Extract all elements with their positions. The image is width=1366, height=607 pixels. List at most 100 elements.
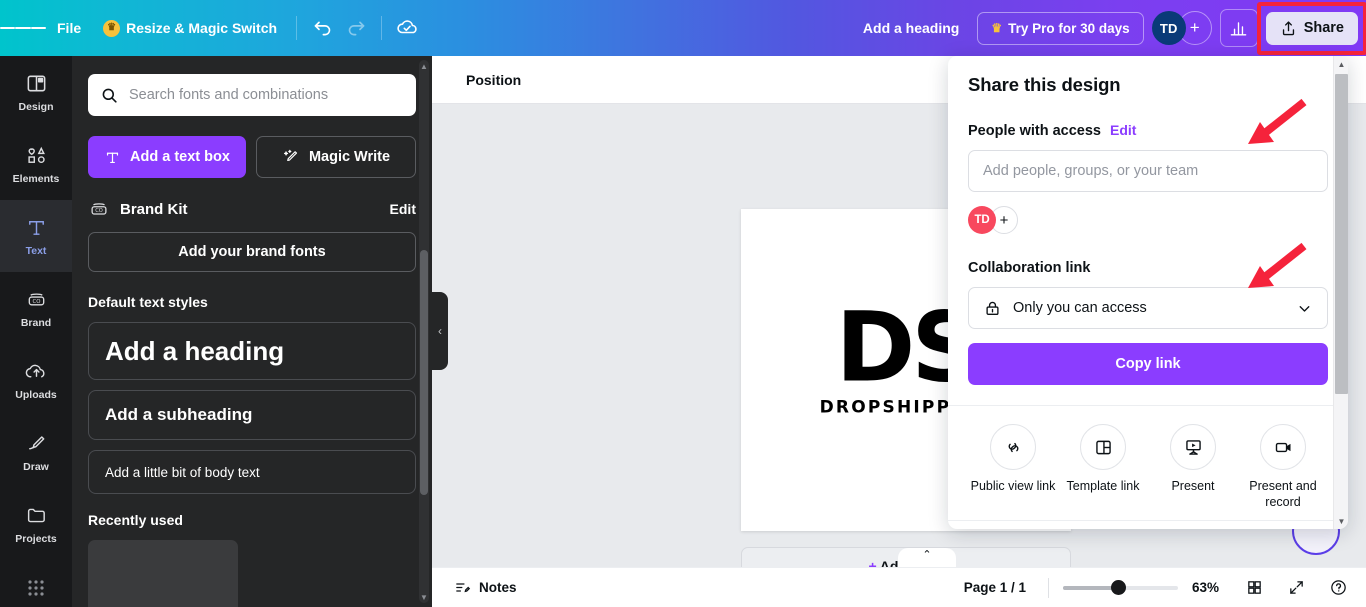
sidebar-item-uploads[interactable]: Uploads <box>0 344 72 416</box>
sidebar-label-brand: Brand <box>20 316 52 329</box>
zoom-percentage[interactable]: 63% <box>1192 580 1226 595</box>
share-panel-bottom-rule <box>948 520 1334 521</box>
present-and-record-label: Present and record <box>1249 479 1317 509</box>
sidebar-item-projects[interactable]: Projects <box>0 488 72 560</box>
redo-icon[interactable] <box>339 11 373 45</box>
scroll-up-icon[interactable]: ▲ <box>419 60 429 72</box>
notes-button[interactable]: Notes <box>446 574 525 601</box>
hamburger-menu-icon[interactable] <box>0 0 46 56</box>
try-pro-button[interactable]: ♛ Try Pro for 30 days <box>977 11 1144 45</box>
present-action[interactable]: Present <box>1150 424 1236 510</box>
add-text-box-label: Add a text box <box>130 149 230 165</box>
copy-link-button[interactable]: Copy link <box>968 343 1328 385</box>
public-view-link-action[interactable]: Public view link <box>970 424 1056 510</box>
chart-icon[interactable] <box>1219 9 1258 47</box>
text-panel-content: Add a text box Magic Write CO <box>72 56 432 607</box>
undo-icon[interactable] <box>305 11 339 45</box>
notes-icon <box>456 583 471 593</box>
uploads-icon <box>25 360 48 384</box>
people-edit-link[interactable]: Edit <box>1110 122 1136 138</box>
file-menu-button[interactable]: File <box>46 13 92 43</box>
magic-write-button[interactable]: Magic Write <box>256 136 416 178</box>
sidebar-label-text: Text <box>25 244 47 257</box>
zoom-slider-fill <box>1063 585 1119 590</box>
share-actions-row: Public view link Template link Present P… <box>968 424 1328 510</box>
chevron-down-icon <box>1299 305 1310 312</box>
scroll-down-icon[interactable]: ▼ <box>419 591 429 603</box>
link-icon <box>990 424 1036 470</box>
collapse-panel-handle[interactable]: ‹ <box>432 292 448 370</box>
top-toolbar-right: Add a heading ♛ Try Pro for 30 days TD + <box>853 0 1366 56</box>
share-panel-scrollbar[interactable]: ▲ ▼ <box>1333 56 1348 529</box>
search-input[interactable] <box>129 87 404 103</box>
help-icon[interactable] <box>1324 574 1352 602</box>
resize-magic-switch-label: Resize & Magic Switch <box>126 20 278 36</box>
style-body-label: Add a little bit of body text <box>105 464 260 480</box>
try-pro-label: Try Pro for 30 days <box>1008 20 1130 36</box>
fullscreen-icon[interactable] <box>1282 574 1310 602</box>
page-counter[interactable]: Page 1 / 1 <box>956 575 1034 600</box>
resize-magic-switch-button[interactable]: ♛ Resize & Magic Switch <box>92 13 288 44</box>
sidebar-item-design[interactable]: Design <box>0 56 72 128</box>
text-panel-scrollbar[interactable]: ▲ ▼ <box>419 60 429 603</box>
style-add-heading[interactable]: Add a heading <box>88 322 416 380</box>
present-and-record-action[interactable]: Present and record <box>1240 424 1326 510</box>
left-rail: Design Elements Text CO Brand Uploads Dr… <box>0 56 72 607</box>
sidebar-item-text[interactable]: Text <box>0 200 72 272</box>
collapse-pages-handle[interactable]: ⌃ <box>898 548 956 567</box>
scroll-up-icon[interactable]: ▲ <box>1334 56 1348 72</box>
share-panel-separator <box>948 405 1348 406</box>
brand-kit-edit-link[interactable]: Edit <box>390 201 416 217</box>
avatar[interactable]: TD <box>968 206 996 234</box>
search-fonts-box[interactable] <box>88 74 416 116</box>
zoom-slider-thumb[interactable] <box>1111 580 1127 595</box>
style-add-body-text[interactable]: Add a little bit of body text <box>88 450 416 494</box>
magic-write-label: Magic Write <box>308 149 391 165</box>
share-avatars-group: TD + <box>968 206 1328 234</box>
text-icon <box>25 216 48 240</box>
sidebar-item-brand[interactable]: CO Brand <box>0 272 72 344</box>
copy-link-label: Copy link <box>1115 356 1181 372</box>
scroll-down-icon[interactable]: ▼ <box>1334 513 1348 529</box>
brand-kit-title: Brand Kit <box>120 200 188 218</box>
recently-used-card[interactable]: DON'T FORGET TO <box>88 540 238 607</box>
file-menu-label: File <box>57 20 82 36</box>
sidebar-item-draw[interactable]: Draw <box>0 416 72 488</box>
draw-icon <box>25 432 48 456</box>
sidebar-item-elements[interactable]: Elements <box>0 128 72 200</box>
bottom-divider <box>1048 577 1049 598</box>
search-icon <box>102 88 117 103</box>
sidebar-label-uploads: Uploads <box>15 388 57 401</box>
avatar[interactable]: TD <box>1151 11 1186 45</box>
zoom-slider[interactable] <box>1063 580 1178 596</box>
grid-view-icon[interactable] <box>1240 574 1268 602</box>
collaborators-group: TD + <box>1151 11 1212 45</box>
apps-grid-icon[interactable] <box>0 560 72 607</box>
svg-text:CO: CO <box>32 299 40 305</box>
scrollbar-thumb[interactable] <box>420 250 428 495</box>
share-panel-content: Share this design People with access Edi… <box>948 56 1348 510</box>
share-button[interactable]: Share <box>1265 11 1358 45</box>
cloud-saved-icon[interactable] <box>390 11 424 45</box>
add-text-box-button[interactable]: Add a text box <box>88 136 246 178</box>
brand-icon: CO <box>25 288 48 312</box>
add-people-input[interactable] <box>983 163 1313 179</box>
design-title-button[interactable]: Add a heading <box>853 13 969 43</box>
toolbar-divider-1 <box>296 16 298 40</box>
bottom-toolbar-right: Page 1 / 1 63% <box>956 574 1352 602</box>
lock-icon <box>986 301 999 315</box>
crown-icon: ♛ <box>103 19 121 37</box>
projects-icon <box>25 504 48 528</box>
public-view-link-label: Public view link <box>970 479 1056 493</box>
position-button[interactable]: Position <box>456 66 531 94</box>
access-level-select[interactable]: Only you can access <box>968 287 1328 329</box>
sidebar-label-projects: Projects <box>15 532 57 545</box>
add-people-input-box[interactable] <box>968 150 1328 192</box>
default-text-styles-title: Default text styles <box>88 294 208 310</box>
scrollbar-thumb[interactable] <box>1335 74 1348 394</box>
present-label: Present <box>1171 479 1215 493</box>
style-add-subheading[interactable]: Add a subheading <box>88 390 416 440</box>
template-link-action[interactable]: Template link <box>1060 424 1146 510</box>
add-brand-fonts-button[interactable]: Add your brand fonts <box>88 232 416 272</box>
share-panel-title: Share this design <box>968 74 1121 95</box>
